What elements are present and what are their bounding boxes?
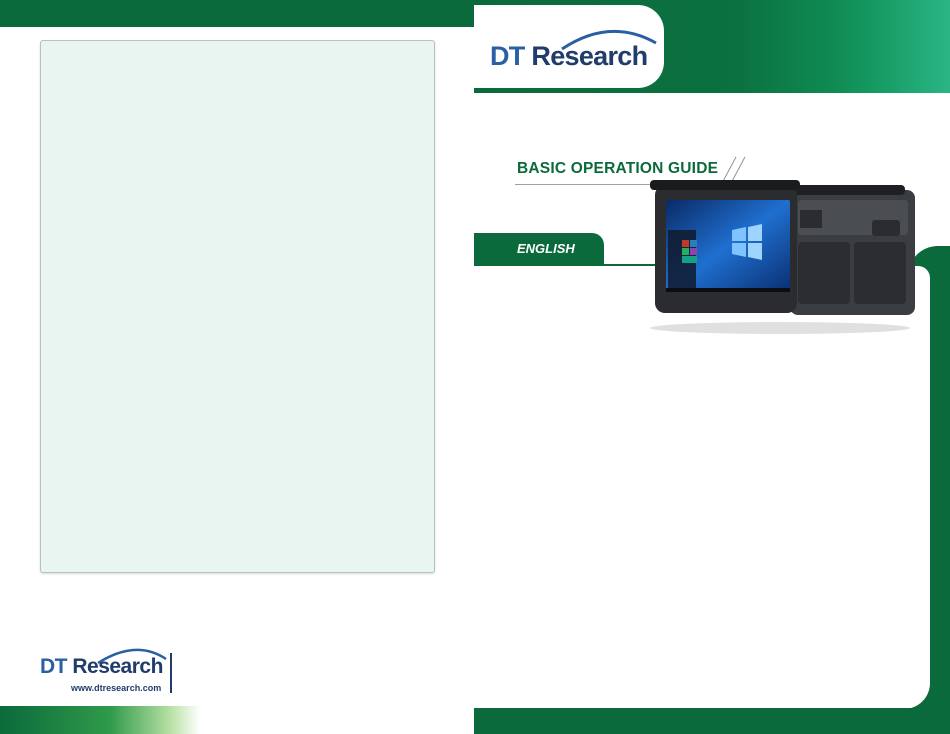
left-top-bar xyxy=(0,0,474,27)
language-label: ENGLISH xyxy=(517,241,575,256)
logo-divider xyxy=(170,653,172,693)
rugged-tablet-image xyxy=(650,180,915,334)
back-cover-logo: DT Research www.dtresearch.com xyxy=(40,645,200,697)
logo-wordmark: DT Research xyxy=(40,655,163,678)
left-bottom-gradient-bar xyxy=(0,706,200,734)
website-url: www.dtresearch.com xyxy=(71,683,162,693)
notes-panel xyxy=(40,40,435,573)
cover-logo: DT Research xyxy=(490,25,660,75)
cover-bottom-bar xyxy=(474,708,950,734)
logo-wordmark: DT Research xyxy=(490,41,648,71)
